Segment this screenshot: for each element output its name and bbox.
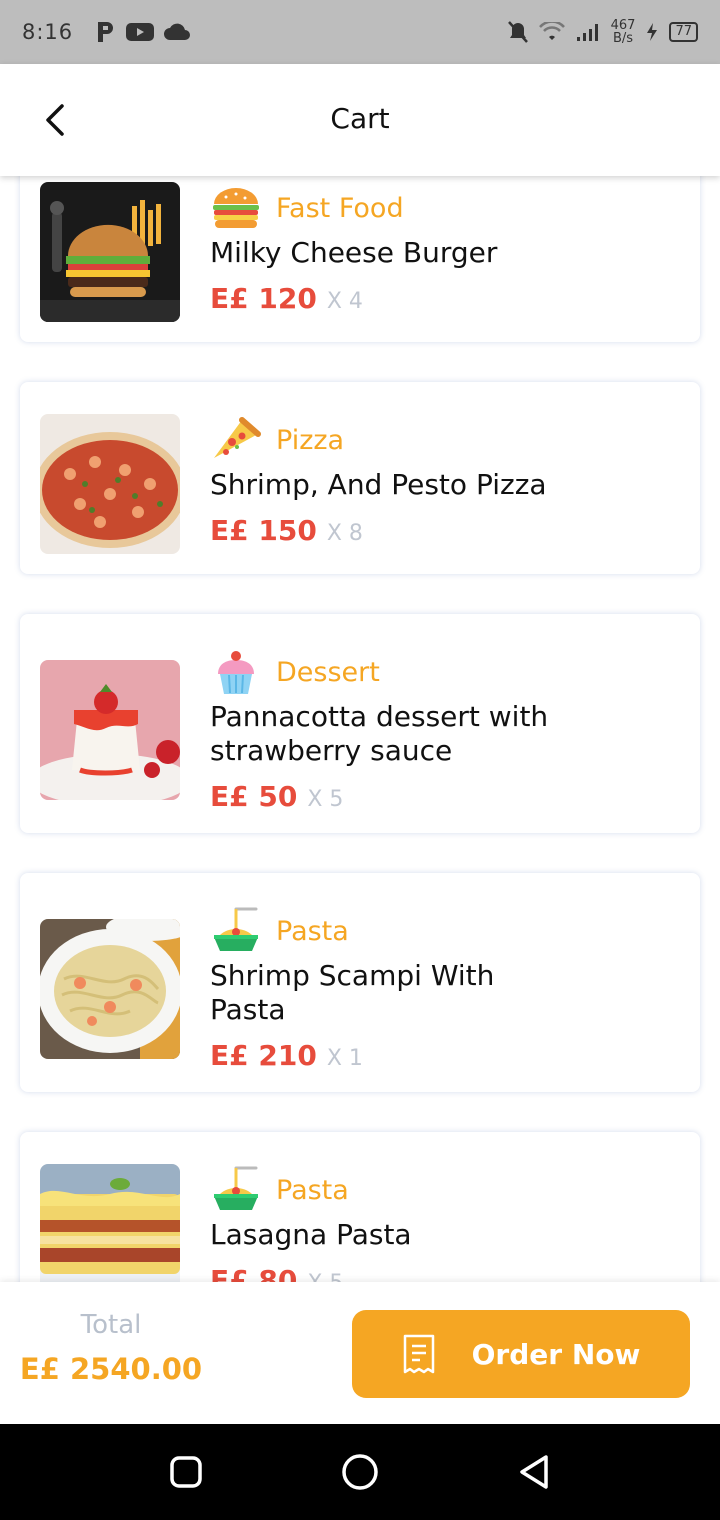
recents-icon	[170, 1456, 202, 1488]
total-value: E£ 2540.00	[19, 1352, 203, 1386]
cart-list[interactable]: Fast Food Milky Cheese Burger E£ 120 X 4	[0, 176, 720, 1282]
burger-photo	[40, 182, 180, 322]
item-name: Shrimp, And Pesto Pizza	[210, 468, 547, 501]
p-app-icon	[98, 22, 114, 42]
order-now-button[interactable]: Order Now	[352, 1310, 690, 1398]
category-label: Pizza	[276, 424, 345, 456]
category-label: Pasta	[276, 915, 349, 947]
receipt-icon	[403, 1334, 434, 1374]
item-price: E£ 120	[210, 282, 317, 315]
pizza-icon	[214, 417, 261, 458]
category-label: Fast Food	[276, 192, 404, 224]
mute-icon	[507, 21, 528, 43]
pasta-icon	[214, 1166, 258, 1210]
item-price: E£ 150	[210, 514, 317, 547]
cupcake-icon	[218, 651, 254, 694]
item-name: Lasagna Pasta	[210, 1218, 412, 1251]
page-title: Cart	[330, 102, 390, 135]
category-label: Dessert	[276, 656, 380, 688]
battery-indicator: 77	[669, 22, 698, 42]
cloud-icon	[164, 23, 191, 40]
cart-item-card[interactable]: Pasta Lasagna Pasta E£ 80 X 5	[20, 1132, 700, 1282]
cart-item-card[interactable]: Dessert Pannacotta dessert with strawber…	[20, 614, 700, 833]
item-name: Pannacotta dessert with strawberry sauce	[210, 700, 549, 767]
wifi-icon	[538, 22, 565, 40]
item-name: Milky Cheese Burger	[210, 236, 498, 269]
signal-icon	[576, 24, 598, 41]
category-label: Pasta	[276, 1174, 349, 1206]
pannacotta-photo	[40, 659, 180, 800]
cart-item-card[interactable]: Fast Food Milky Cheese Burger E£ 120 X 4	[20, 176, 700, 342]
pasta-icon	[214, 907, 258, 951]
scampi-photo	[40, 918, 180, 1059]
status-time: 8:16	[22, 20, 74, 44]
item-quantity: X 4	[326, 289, 363, 314]
net-speed: 467 B/s	[610, 18, 636, 46]
status-bar: 8:16 467 B/s 77	[0, 0, 720, 64]
item-price: E£ 50	[210, 780, 298, 813]
item-name: Shrimp Scampi With Pasta	[210, 959, 495, 1026]
item-quantity: X 8	[326, 521, 363, 546]
recents-button[interactable]	[166, 1452, 206, 1492]
lasagna-photo	[40, 1164, 180, 1282]
item-quantity: X 5	[307, 1271, 343, 1282]
charging-icon	[647, 23, 658, 41]
checkout-bar: Total E£ 2540.00 Order Now	[0, 1282, 720, 1424]
cart-item-card[interactable]: Pasta Shrimp Scampi With Pasta E£ 210 X …	[20, 873, 700, 1092]
item-price: E£ 210	[210, 1039, 317, 1072]
cart-item-card[interactable]: Pizza Shrimp, And Pesto Pizza E£ 150 X 8	[20, 382, 700, 574]
item-quantity: X 5	[307, 787, 344, 812]
order-now-label: Order Now	[471, 1337, 641, 1371]
item-price: E£ 80	[210, 1264, 298, 1282]
home-button[interactable]	[340, 1452, 380, 1492]
youtube-icon	[126, 23, 155, 41]
back-triangle-icon	[520, 1455, 548, 1489]
burger-icon	[213, 188, 259, 228]
pizza-photo	[40, 414, 180, 554]
item-quantity: X 1	[326, 1046, 363, 1071]
home-icon	[342, 1454, 378, 1490]
total-label: Total	[80, 1310, 142, 1340]
app-bar: Cart	[0, 64, 720, 176]
system-nav-bar	[0, 1424, 720, 1520]
back-nav-button[interactable]	[514, 1452, 554, 1492]
